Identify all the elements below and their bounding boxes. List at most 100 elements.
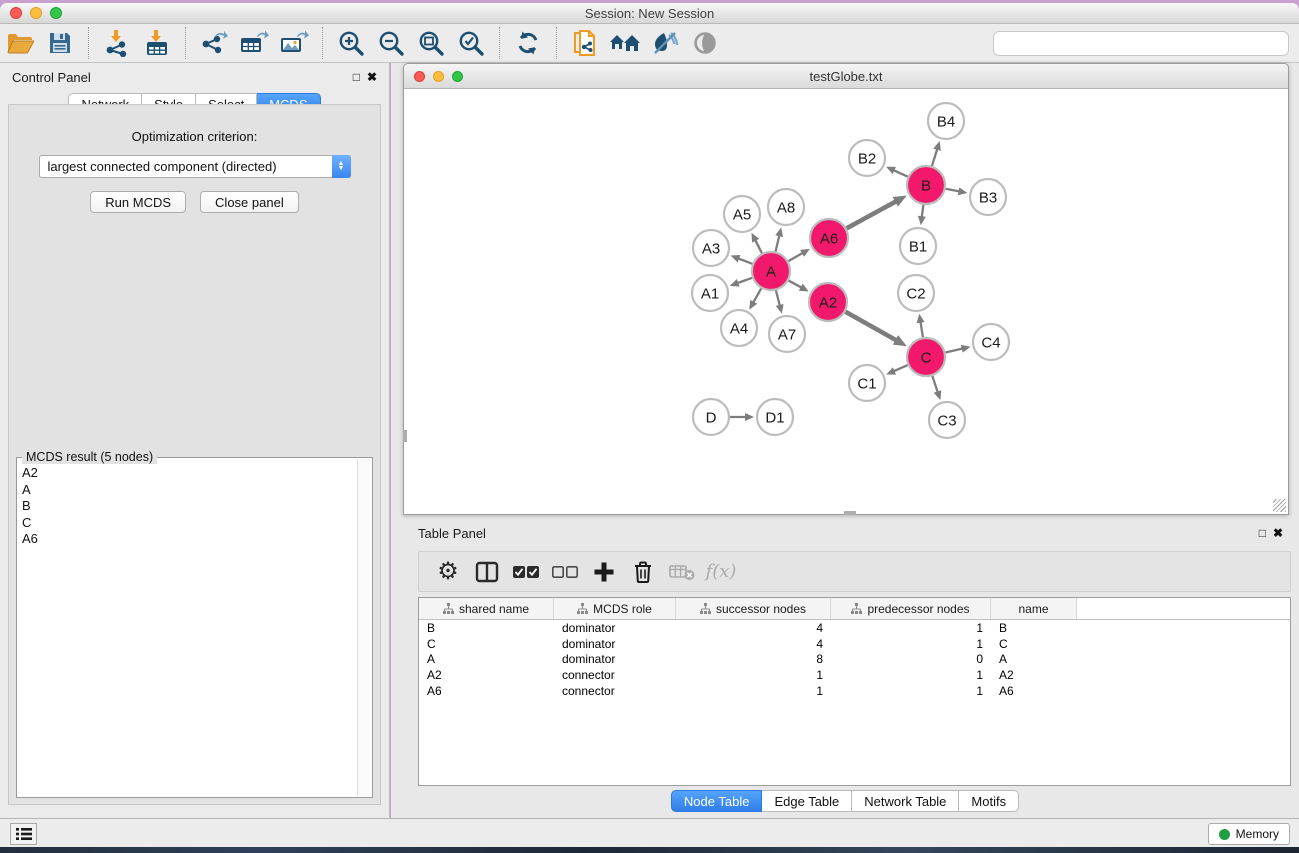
table-row[interactable]: Cdominator41C [419,636,1290,652]
export-image-icon[interactable] [277,27,311,59]
table-cell[interactable]: 4 [676,621,831,635]
table-cell[interactable]: B [419,621,554,635]
table-row[interactable]: A6connector11A6 [419,683,1290,699]
zoom-fit-icon[interactable] [414,27,448,59]
table-cell[interactable]: dominator [554,637,676,651]
zoom-out-icon[interactable] [374,27,408,59]
deselect-all-checkboxes-icon[interactable] [550,557,580,587]
graph-node-B1[interactable]: B1 [900,228,936,264]
table-cell[interactable]: 1 [831,621,991,635]
network-canvas[interactable]: AA1A2A3A4A5A6A7A8BB1B2B3B4CC1C2C3C4DD1 [405,90,1287,513]
table-cell[interactable]: C [419,637,554,651]
edge-A-A7[interactable] [776,290,780,306]
table-cell[interactable]: 0 [831,652,991,666]
table-cell[interactable]: A6 [991,684,1077,698]
close-panel-button[interactable]: Close panel [200,191,299,213]
edge-A-A1[interactable] [736,278,752,284]
add-column-icon[interactable] [589,557,619,587]
function-builder-icon[interactable]: f(x) [706,557,736,587]
edge-B-B2[interactable] [892,170,907,177]
node-table[interactable]: shared nameMCDS rolesuccessor nodesprede… [418,597,1291,786]
graph-node-A7[interactable]: A7 [769,316,805,352]
table-cell[interactable]: 4 [676,637,831,651]
mcds-result-item[interactable]: A6 [22,531,353,548]
edge-C-C1[interactable] [893,365,908,372]
edge-B-B1[interactable] [922,205,924,218]
edge-A-A6[interactable] [788,252,803,261]
edge-A-A5[interactable] [755,239,762,253]
delete-table-icon[interactable] [667,557,697,587]
table-cell[interactable]: 1 [831,668,991,682]
edge-C-C4[interactable] [945,348,963,352]
export-table-icon[interactable] [237,27,271,59]
table-cell[interactable]: A [991,652,1077,666]
select-all-checkboxes-icon[interactable] [511,557,541,587]
float-table-panel-icon[interactable]: □ [1259,527,1266,539]
save-session-icon[interactable] [43,27,77,59]
table-cell[interactable]: 1 [831,684,991,698]
table-cell[interactable]: connector [554,684,676,698]
table-cell[interactable]: A2 [991,668,1077,682]
layout-home-icon[interactable] [608,27,642,59]
mcds-result-item[interactable]: C [22,515,353,532]
column-selector-icon[interactable] [472,557,502,587]
column-header-predecessor-nodes[interactable]: predecessor nodes [831,598,991,619]
hide-graphics-details-icon[interactable] [648,27,682,59]
table-cell[interactable]: connector [554,668,676,682]
column-header-successor-nodes[interactable]: successor nodes [676,598,831,619]
import-network-icon[interactable] [100,27,134,59]
graph-node-A5[interactable]: A5 [724,196,760,232]
graph-node-C3[interactable]: C3 [929,402,965,438]
graph-node-A2[interactable]: A2 [809,283,847,321]
titlebar[interactable]: Session: New Session [0,3,1299,24]
graph-node-B2[interactable]: B2 [849,140,885,176]
table-cell[interactable]: 8 [676,652,831,666]
edge-A2-C[interactable] [845,312,897,341]
edge-B-B3[interactable] [946,189,961,192]
graph-node-D1[interactable]: D1 [757,399,793,435]
graph-node-C1[interactable]: C1 [849,365,885,401]
window-resize-grip[interactable] [1273,499,1286,512]
edge-A-A3[interactable] [737,258,752,264]
edge-B-B4[interactable] [932,148,938,166]
delete-column-trash-icon[interactable] [628,557,658,587]
table-tab-edge-table[interactable]: Edge Table [762,790,852,812]
float-panel-icon[interactable]: □ [353,71,360,83]
graph-node-A[interactable]: A [752,252,790,290]
table-tab-network-table[interactable]: Network Table [852,790,959,812]
edge-A6-B[interactable] [847,201,897,229]
graph-node-A4[interactable]: A4 [721,310,757,346]
criterion-dropdown[interactable]: largest connected component (directed) ▲… [39,155,351,178]
graph-node-A6[interactable]: A6 [810,219,848,257]
edge-A-A8[interactable] [776,234,780,251]
search-input[interactable] [993,31,1289,56]
run-mcds-button[interactable]: Run MCDS [90,191,186,213]
column-header-shared-name[interactable]: shared name [419,598,554,619]
table-row[interactable]: Bdominator41B [419,620,1290,636]
graph-node-B3[interactable]: B3 [970,179,1006,215]
table-settings-gear-icon[interactable]: ⚙ [433,557,463,587]
mcds-result-scrollbar[interactable] [357,459,371,796]
graph-node-C2[interactable]: C2 [898,275,934,311]
graph-node-A8[interactable]: A8 [768,189,804,225]
table-cell[interactable]: A [419,652,554,666]
graph-node-B4[interactable]: B4 [928,103,964,139]
table-cell[interactable]: dominator [554,621,676,635]
close-panel-icon[interactable]: ✖ [367,71,377,83]
mcds-result-list[interactable]: A2ABCA6 [18,459,357,796]
edge-C-C2[interactable] [920,321,923,338]
edge-A-A2[interactable] [789,281,803,289]
table-row[interactable]: Adominator80A [419,651,1290,667]
column-header-name[interactable]: name [991,598,1077,619]
task-history-button[interactable] [10,823,37,845]
graph-node-C4[interactable]: C4 [973,324,1009,360]
graph-node-A1[interactable]: A1 [692,275,728,311]
zoom-in-icon[interactable] [334,27,368,59]
edge-C-C3[interactable] [932,376,938,393]
refresh-icon[interactable] [511,27,545,59]
mcds-result-item[interactable]: A2 [22,465,353,482]
memory-button[interactable]: Memory [1208,823,1290,845]
edge-A-A4[interactable] [753,288,762,303]
mcds-result-item[interactable]: A [22,482,353,499]
import-table-icon[interactable] [140,27,174,59]
